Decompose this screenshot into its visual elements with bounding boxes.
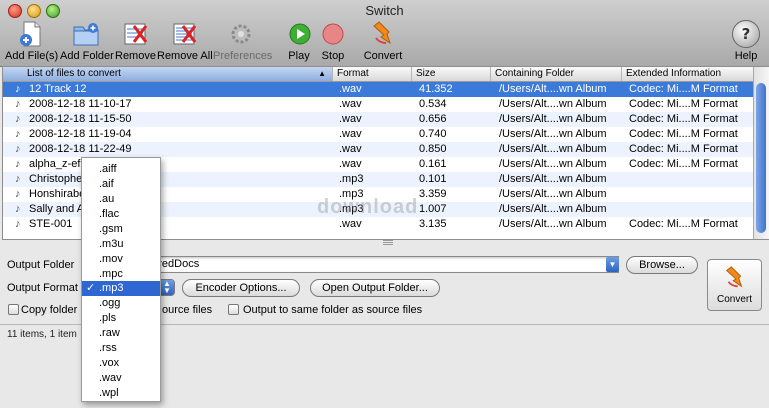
add-file-icon (16, 20, 46, 48)
same-folder-checkbox[interactable] (228, 304, 239, 315)
help-label: Help (734, 50, 758, 62)
table-scrollbar[interactable] (753, 67, 769, 239)
column-header-info[interactable]: Extended Information (622, 67, 753, 81)
svg-text:?: ? (742, 25, 751, 43)
table-header: List of files to convert ▲ Format Size C… (3, 67, 753, 82)
help-icon: ? (732, 20, 760, 48)
convert-toolbar-button[interactable]: Convert (362, 20, 404, 62)
open-output-folder-button[interactable]: Open Output Folder... (310, 279, 440, 297)
table-row[interactable]: ♪ 12 Track 12 .wav 41.352 /Users/Alt....… (3, 82, 753, 97)
preferences-label: Preferences (213, 50, 273, 62)
menu-item-vox[interactable]: .vox (82, 356, 160, 371)
table-row[interactable]: ♪ 2008-12-18 11-15-50 .wav 0.656 /Users/… (3, 112, 753, 127)
music-note-icon: ♪ (15, 218, 21, 230)
menu-item-pls[interactable]: .pls (82, 311, 160, 326)
column-header-folder[interactable]: Containing Folder (491, 67, 622, 81)
menu-item-rss[interactable]: .rss (82, 341, 160, 356)
remove-icon (120, 20, 150, 48)
convert-button-label: Convert (716, 294, 752, 305)
music-note-icon: ♪ (15, 143, 21, 155)
convert-button[interactable]: Convert (707, 259, 762, 311)
updown-arrows-icon: ▲ ▼ (160, 280, 174, 295)
table-row[interactable]: ♪ 2008-12-18 11-19-04 .wav 0.740 /Users/… (3, 127, 753, 142)
convert-icon (708, 265, 761, 294)
table-row[interactable]: ♪ 2008-12-18 11-10-17 .wav 0.534 /Users/… (3, 97, 753, 112)
output-format-label: Output Format (7, 282, 78, 294)
remove-label: Remove (115, 50, 156, 62)
split-handle[interactable] (383, 240, 393, 246)
convert-toolbar-label: Convert (363, 50, 403, 62)
add-folder-button[interactable]: Add Folder (60, 20, 114, 62)
remove-button[interactable]: Remove (115, 20, 156, 62)
music-note-icon: ♪ (15, 188, 21, 200)
convert-icon (368, 20, 398, 48)
browse-button[interactable]: Browse... (626, 256, 698, 274)
scrollbar-thumb[interactable] (756, 83, 766, 233)
watermark-text: download (317, 196, 419, 218)
column-header-size[interactable]: Size (412, 67, 491, 81)
status-text: 11 items, 1 item (7, 329, 77, 340)
music-note-icon: ♪ (15, 113, 21, 125)
add-files-label: Add File(s) (5, 50, 59, 62)
menu-item-au[interactable]: .au (82, 192, 160, 207)
play-icon (285, 20, 315, 48)
menu-item-aiff[interactable]: .aiff (82, 162, 160, 177)
music-note-icon: ♪ (15, 83, 21, 95)
music-note-icon: ♪ (15, 128, 21, 140)
app-window: Switch Add File(s) Add Folder Remove Rem… (0, 0, 769, 408)
menu-item-mov[interactable]: .mov (82, 252, 160, 267)
remove-all-button[interactable]: Remove All (157, 20, 213, 62)
menu-item-aif[interactable]: .aif (82, 177, 160, 192)
preferences-button[interactable]: Preferences (213, 20, 273, 62)
stop-label: Stop (321, 50, 345, 62)
table-row[interactable]: ♪ 2008-12-18 11-22-49 .wav 0.850 /Users/… (3, 142, 753, 157)
format-dropdown-menu: .aiff .aif .au .flac .gsm .m3u .mov .mpc… (81, 157, 161, 402)
play-label: Play (288, 50, 310, 62)
play-button[interactable]: Play (285, 20, 313, 62)
music-note-icon: ♪ (15, 203, 21, 215)
copy-folder-checkbox[interactable] (8, 304, 19, 315)
add-folder-icon (71, 20, 101, 48)
stop-icon (318, 20, 348, 48)
add-files-button[interactable]: Add File(s) (5, 20, 59, 62)
menu-item-ogg[interactable]: .ogg (82, 296, 160, 311)
remove-all-icon (169, 20, 199, 48)
copy-folder-label-end: ource files (162, 304, 213, 316)
add-folder-label: Add Folder (60, 50, 114, 62)
music-note-icon: ♪ (15, 173, 21, 185)
window-title: Switch (365, 3, 404, 18)
output-folder-field[interactable]: haredDocs (141, 256, 619, 273)
menu-item-wpl[interactable]: .wpl (82, 386, 160, 401)
music-note-icon: ♪ (15, 158, 21, 170)
sort-ascending-icon: ▲ (318, 69, 326, 78)
copy-folder-label: Copy folder (21, 304, 78, 316)
checkmark-icon: ✓ (86, 282, 96, 294)
gear-icon (226, 20, 256, 48)
music-note-icon: ♪ (15, 98, 21, 110)
same-folder-label: Output to same folder as source files (243, 304, 423, 316)
menu-item-gsm[interactable]: .gsm (82, 222, 160, 237)
menu-item-raw[interactable]: .raw (82, 326, 160, 341)
help-button[interactable]: ? Help (731, 20, 761, 62)
stop-button[interactable]: Stop (318, 20, 348, 62)
menu-item-mpc[interactable]: .mpc (82, 267, 160, 282)
menu-item-wav[interactable]: .wav (82, 371, 160, 386)
menu-item-m3u[interactable]: .m3u (82, 237, 160, 252)
encoder-options-button[interactable]: Encoder Options... (182, 279, 300, 297)
remove-all-label: Remove All (157, 50, 213, 62)
column-header-format[interactable]: Format (333, 67, 412, 81)
folder-dropdown-arrow[interactable]: ▼ (606, 257, 619, 272)
menu-item-flac[interactable]: .flac (82, 207, 160, 222)
toolbar: Switch Add File(s) Add Folder Remove Rem… (0, 0, 769, 67)
output-folder-label: Output Folder (7, 259, 75, 271)
column-header-name[interactable]: List of files to convert ▲ (3, 67, 333, 81)
menu-item-mp3[interactable]: ✓ .mp3 (82, 281, 160, 296)
